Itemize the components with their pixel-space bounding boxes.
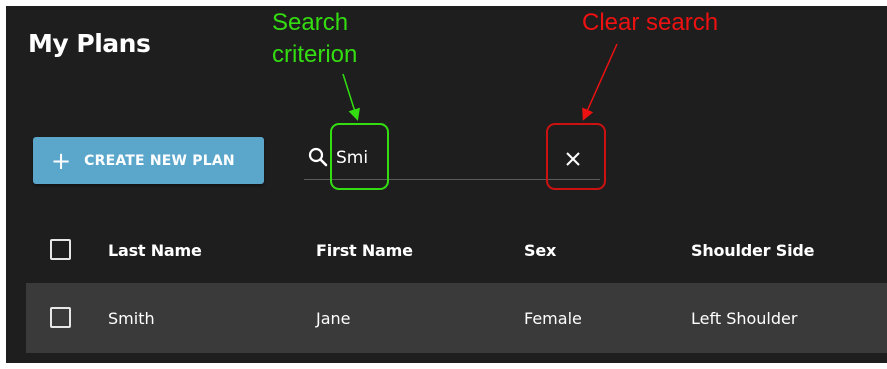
plus-icon: +	[51, 146, 72, 175]
create-new-plan-button[interactable]: + CREATE NEW PLAN	[33, 137, 264, 184]
column-header-sex[interactable]: Sex	[524, 241, 556, 260]
cell-last-name: Smith	[108, 309, 155, 328]
page-title: My Plans	[28, 29, 151, 58]
clear-search-highlight	[546, 123, 606, 190]
clear-search-label: Clear search	[582, 9, 719, 36]
column-header-last-name[interactable]: Last Name	[108, 241, 202, 260]
select-all-checkbox[interactable]	[50, 239, 71, 260]
search-criterion-label-line1: Search	[272, 9, 349, 36]
app-screen: My Plans + CREATE NEW PLAN Last Name Fir…	[6, 6, 887, 363]
cell-sex: Female	[524, 309, 582, 328]
search-criterion-highlight	[330, 123, 389, 190]
column-header-shoulder-side[interactable]: Shoulder Side	[691, 241, 814, 260]
row-checkbox[interactable]	[50, 307, 71, 328]
cell-first-name: Jane	[316, 309, 351, 328]
table-header-row: Last Name First Name Sex Shoulder Side	[6, 221, 887, 279]
cell-shoulder-side: Left Shoulder	[691, 309, 798, 328]
search-icon	[308, 147, 328, 167]
search-criterion-label-line2: criterion	[272, 41, 358, 68]
table-row[interactable]: Smith Jane Female Left Shoulder	[26, 283, 887, 353]
column-header-first-name[interactable]: First Name	[316, 241, 413, 260]
create-new-plan-label: CREATE NEW PLAN	[84, 152, 235, 169]
